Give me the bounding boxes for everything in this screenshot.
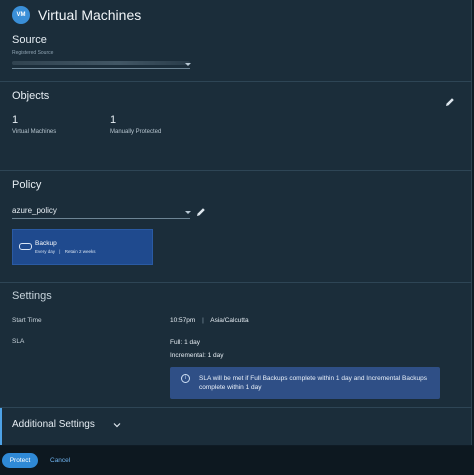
registered-source-label: Registered Source (12, 50, 54, 56)
cancel-button[interactable]: Cancel (50, 453, 70, 468)
backup-frequency: Every day (35, 249, 56, 254)
additional-settings-label[interactable]: Additional Settings (12, 419, 95, 430)
registered-source-value (12, 61, 190, 65)
source-heading: Source (12, 34, 47, 46)
protection-panel: VM Virtual Machines Source Registered So… (0, 0, 472, 445)
backup-schedule: Every day | Retain 2 weeks (35, 249, 96, 254)
manually-protected-count: 1 (110, 114, 117, 126)
backup-name: Backup (35, 240, 57, 247)
start-time-label: Start Time (12, 317, 42, 324)
chevron-down-icon[interactable] (113, 422, 121, 428)
edit-objects-pencil-icon[interactable] (444, 96, 456, 108)
divider (0, 282, 472, 283)
policy-backup-card: Backup Every day | Retain 2 weeks (12, 229, 153, 265)
policy-heading: Policy (12, 179, 42, 191)
source-chevron-down-icon[interactable] (185, 63, 191, 66)
panel-header: VM Virtual Machines (12, 6, 141, 24)
footer-bar: Protect Cancel (0, 446, 474, 475)
sla-info-banner: i SLA will be met if Full Backups comple… (170, 367, 440, 399)
policy-chevron-down-icon[interactable] (185, 211, 191, 214)
sla-full: Full: 1 day (170, 339, 200, 346)
protect-button[interactable]: Protect (2, 453, 38, 468)
sla-info-text: SLA will be met if Full Backups complete… (199, 375, 427, 391)
additional-settings-toggle[interactable]: Additional Settings (0, 408, 472, 445)
manually-protected-label: Manually Protected (110, 129, 162, 135)
schedule-separator: | (59, 249, 61, 254)
vm-logo-icon: VM (12, 6, 30, 24)
registered-source-dropdown[interactable] (12, 68, 190, 69)
policy-dropdown-underline[interactable] (12, 218, 190, 219)
divider (0, 81, 472, 82)
virtual-machines-count: 1 (12, 114, 19, 126)
sla-incremental: Incremental: 1 day (170, 352, 224, 359)
info-icon: i (181, 374, 190, 383)
policy-select[interactable]: azure_policy (12, 206, 57, 215)
page-title: Virtual Machines (38, 7, 142, 23)
objects-heading: Objects (12, 90, 50, 102)
virtual-machines-label: Virtual Machines (12, 129, 57, 135)
timezone[interactable]: Asia/Calcutta (210, 317, 248, 324)
start-time[interactable]: 10:57pm (170, 317, 195, 324)
sla-label: SLA (12, 338, 25, 345)
start-time-value[interactable]: 10:57pm | Asia/Calcutta (170, 317, 249, 324)
settings-heading: Settings (12, 290, 52, 302)
edit-policy-pencil-icon[interactable] (195, 206, 207, 218)
divider (0, 170, 472, 171)
backup-icon (19, 243, 32, 250)
backup-retention: Retain 2 weeks (64, 249, 96, 254)
